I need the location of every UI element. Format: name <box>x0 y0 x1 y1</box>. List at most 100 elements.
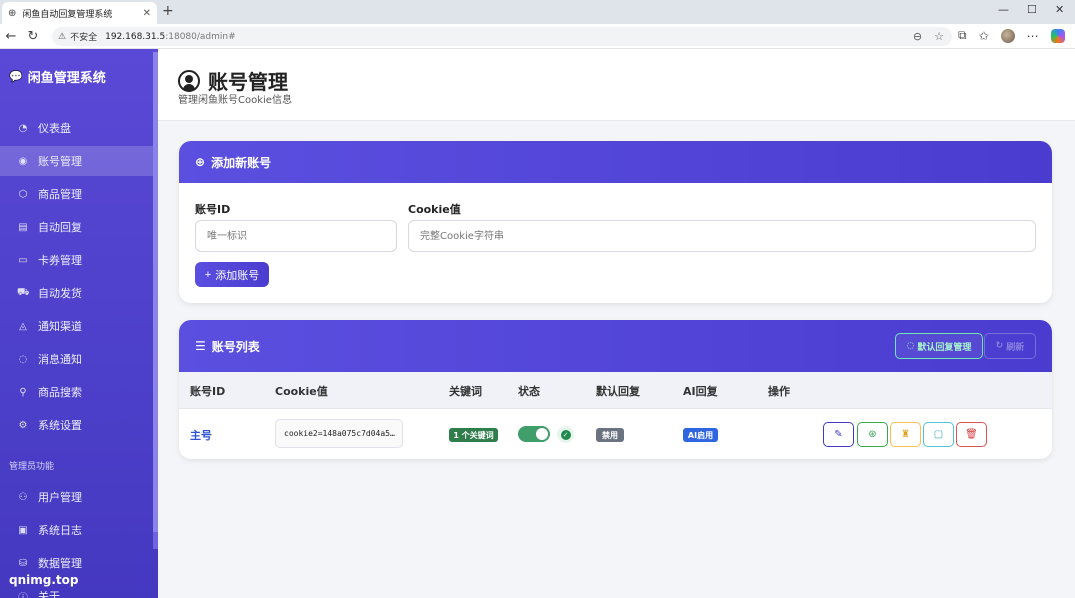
url-host: 192.168.31.5 <box>105 31 166 42</box>
default-reply-badge: 禁用 <box>596 428 624 442</box>
sidebar-scrollbar-thumb[interactable] <box>153 52 158 532</box>
sidebar-item-3[interactable]: ▤ 自动回复 <box>0 212 153 242</box>
watermark: qnimg.top <box>9 573 79 587</box>
ai-reply-badge: AI启用 <box>683 428 718 442</box>
col-ai-reply: AI回复 <box>683 385 718 398</box>
chat-bubble-icon: 💬 <box>9 70 23 83</box>
bell-icon: ◬ <box>19 320 27 332</box>
close-window-button[interactable]: ✕ <box>1055 3 1064 16</box>
browser-tab-bar: ⊕ 闲鱼自动回复管理系统 ✕ + — ☐ ✕ <box>0 0 1075 24</box>
sidebar-item-label: 通知渠道 <box>38 320 82 333</box>
new-tab-button[interactable]: + <box>162 3 174 19</box>
back-icon[interactable]: ← <box>0 29 22 44</box>
arrow-circle-icon: ⊛ <box>868 429 877 440</box>
dashboard-icon: ◔ <box>18 122 28 134</box>
copilot-icon[interactable] <box>1050 28 1065 43</box>
profile-avatar[interactable] <box>1000 28 1015 43</box>
sidebar-item-label: 系统日志 <box>38 524 82 537</box>
add-account-card: ⊕ 添加新账号 账号ID Cookie值 + 添加账号 <box>179 141 1052 303</box>
cookie-value: cookie2=148a075c7d04a5… <box>275 419 403 448</box>
sidebar-item-1[interactable]: ◉ 账号管理 <box>0 146 153 176</box>
sidebar-item-6[interactable]: ◬ 通知渠道 <box>0 311 153 341</box>
sidebar-item-label: 商品搜索 <box>38 386 82 399</box>
delete-button[interactable]: 🗑 <box>956 422 987 447</box>
sidebar-item-4[interactable]: ▭ 卡券管理 <box>0 245 153 275</box>
robot-button[interactable]: ♜ <box>890 422 921 447</box>
message-icon: ▤ <box>18 221 28 233</box>
refresh-button-label: 刷新 <box>1006 342 1025 353</box>
cookie-input[interactable] <box>408 220 1036 252</box>
globe-icon: ⊕ <box>8 7 17 19</box>
table-row: 主号 cookie2=148a075c7d04a5… 1 个关键词 ✓ 禁用 A… <box>179 408 1052 458</box>
col-default-reply: 默认回复 <box>596 385 640 398</box>
user-circle-icon: ◉ <box>18 155 28 167</box>
sidebar-item-8[interactable]: ⚲ 商品搜索 <box>0 377 153 407</box>
plus-icon: + <box>204 268 212 281</box>
add-account-header: ⊕ 添加新账号 <box>179 141 1052 183</box>
sidebar-item-label: 消息通知 <box>38 353 82 366</box>
brand[interactable]: 💬 闲鱼管理系统 <box>9 67 106 86</box>
sidebar-item-label: 用户管理 <box>38 491 82 504</box>
database-icon: ⛁ <box>18 557 28 569</box>
status-ok-indicator: ✓ <box>557 426 574 443</box>
extensions-icon[interactable]: ⧉ <box>958 28 967 43</box>
admin-section-label: 管理员功能 <box>9 462 55 472</box>
translate-icon[interactable]: ⊖ <box>913 30 922 43</box>
default-reply-button[interactable]: ◌ 默认回复管理 <box>895 333 983 359</box>
page-header: 账号管理 管理闲鱼账号Cookie信息 <box>158 49 1075 121</box>
star-icon[interactable]: ☆ <box>934 30 944 43</box>
minimize-button[interactable]: — <box>998 3 1009 16</box>
account-id-link[interactable]: 主号 <box>190 427 212 443</box>
reload-icon[interactable]: ↻ <box>22 29 44 44</box>
maximize-button[interactable]: ☐ <box>1027 3 1037 16</box>
card-icon: ▭ <box>18 254 28 266</box>
check-icon: ✓ <box>560 429 571 440</box>
col-keywords: 关键词 <box>449 385 482 398</box>
sidebar-item-label: 账号管理 <box>38 155 82 168</box>
sidebar-item-label: 商品管理 <box>38 188 82 201</box>
sidebar-item-0-admin[interactable]: ⚇ 用户管理 <box>0 482 153 512</box>
file-icon: ▣ <box>18 524 28 536</box>
insecure-label: 不安全 <box>70 33 98 43</box>
sidebar-item-2[interactable]: ⬡ 商品管理 <box>0 179 153 209</box>
user-circle-icon <box>178 69 200 92</box>
box-icon: ⬡ <box>18 188 28 200</box>
sidebar-item-label: 自动回复 <box>38 221 82 234</box>
url-field[interactable]: ⚠ 不安全 192.168.31.5 :18080/admin# ⊖ ☆ <box>52 27 952 46</box>
account-id-label: 账号ID <box>195 203 231 216</box>
address-bar-row: ← ↻ ⚠ 不安全 192.168.31.5 :18080/admin# ⊖ ☆… <box>0 24 1075 49</box>
sidebar-item-label: 自动发货 <box>38 287 82 300</box>
sidebar-item-9[interactable]: ⚙ 系统设置 <box>0 410 153 440</box>
sidebar-item-1-admin[interactable]: ▣ 系统日志 <box>0 515 153 545</box>
browser-tab[interactable]: ⊕ 闲鱼自动回复管理系统 ✕ <box>2 2 157 24</box>
search-icon: ⚲ <box>19 386 27 398</box>
status-toggle[interactable] <box>518 426 550 442</box>
users-icon: ⚇ <box>18 491 28 503</box>
col-status: 状态 <box>518 385 540 398</box>
add-account-button[interactable]: + 添加账号 <box>195 262 269 287</box>
sidebar-item-label: 关于 <box>38 590 60 598</box>
url-path: :18080/admin# <box>165 31 236 42</box>
sidebar-item-5[interactable]: ⛟ 自动发货 <box>0 278 153 308</box>
sidebar-item-label: 仪表盘 <box>38 122 71 135</box>
tab-title: 闲鱼自动回复管理系统 <box>22 9 113 20</box>
sidebar-item-0[interactable]: ◔ 仪表盘 <box>0 113 153 143</box>
truck-icon: ⛟ <box>17 286 30 298</box>
sidebar-item-label: 数据管理 <box>38 557 82 570</box>
sidebar-item-7[interactable]: ◌ 消息通知 <box>0 344 153 374</box>
add-account-title: 添加新账号 <box>211 155 272 170</box>
copy-button[interactable]: ▢ <box>923 422 954 447</box>
col-actions: 操作 <box>768 385 790 398</box>
refresh-button[interactable]: ↻ 刷新 <box>984 333 1036 359</box>
chat-icon: ◌ <box>906 341 915 351</box>
account-id-input[interactable] <box>195 220 397 252</box>
trash-icon: 🗑 <box>965 429 978 440</box>
plus-circle-icon: ⊕ <box>195 155 206 169</box>
edit-button[interactable]: ✎ <box>823 422 854 447</box>
add-account-button-label: 添加账号 <box>215 269 260 282</box>
favorites-icon[interactable]: ✩ <box>979 29 989 43</box>
col-account-id: 账号ID <box>190 385 226 398</box>
more-icon[interactable]: ⋯ <box>1027 29 1039 43</box>
tab-close-icon[interactable]: ✕ <box>143 8 151 19</box>
login-button[interactable]: ⊛ <box>857 422 888 447</box>
